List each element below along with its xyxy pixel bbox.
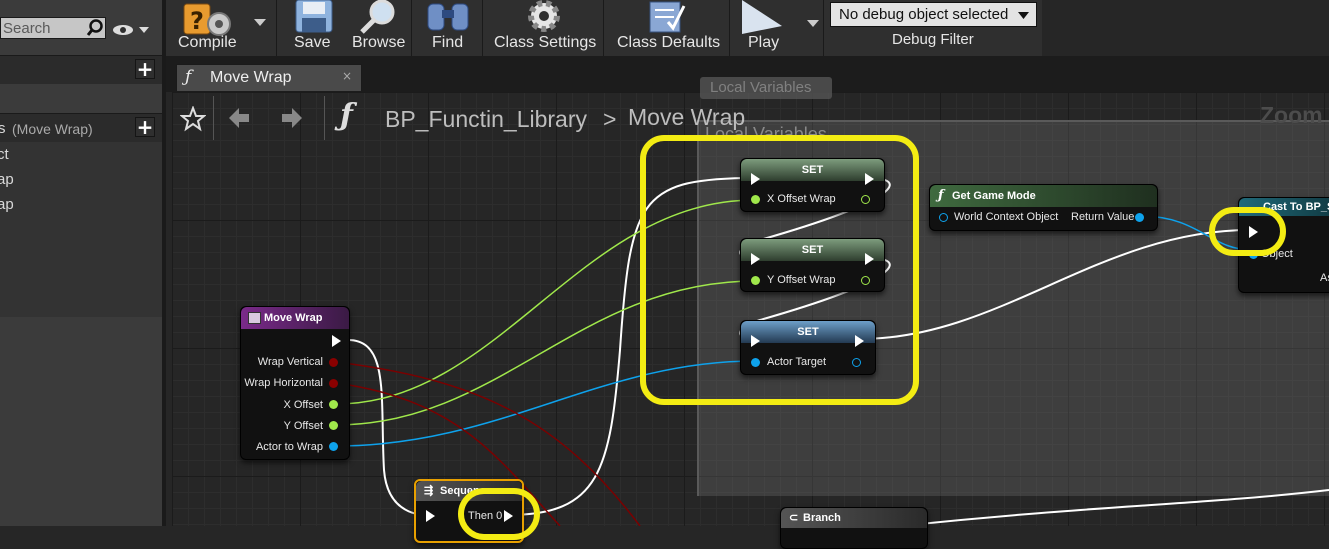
object-out-pin[interactable] <box>1135 213 1144 222</box>
pin-label: Y Offset <box>283 420 323 432</box>
pin-label: Actor to Wrap <box>255 441 323 453</box>
function-icon: ƒ <box>938 188 944 203</box>
exec-out-pin[interactable] <box>332 335 341 347</box>
sequence-icon: ⇶ <box>424 485 434 497</box>
branch-icon: ⊂ <box>789 512 799 524</box>
node-header: ƒ Get Game Mode <box>930 185 1157 207</box>
exec-in-pin[interactable] <box>426 510 435 522</box>
pin-label: Wrap Horizontal <box>244 377 323 389</box>
function-entry-node[interactable]: Move Wrap Wrap Vertical Wrap Horizontal … <box>240 306 350 460</box>
highlight-set-nodes <box>640 135 919 405</box>
pin-label: World Context Object <box>954 211 1059 223</box>
function-entry-icon <box>248 312 261 324</box>
node-title: Move Wrap <box>264 312 323 324</box>
bool-pin[interactable] <box>329 379 338 388</box>
get-game-mode-node[interactable]: ƒ Get Game Mode World Context Object Ret… <box>929 184 1158 231</box>
pin-label: Return Value <box>1071 211 1135 223</box>
float-pin[interactable] <box>329 400 338 409</box>
node-header: ⊂ Branch <box>781 508 927 528</box>
branch-node[interactable]: ⊂ Branch <box>780 507 928 549</box>
pin-label: As <box>1320 272 1329 284</box>
exec-wire <box>899 489 1329 526</box>
float-pin[interactable] <box>329 421 338 430</box>
highlight-cast-exec <box>1209 207 1286 256</box>
object-pin[interactable] <box>939 213 948 222</box>
bool-pin[interactable] <box>329 358 338 367</box>
node-header: Move Wrap <box>241 307 349 329</box>
highlight-sequence-then <box>458 488 540 540</box>
object-pin[interactable] <box>329 442 338 451</box>
node-title: Branch <box>803 512 841 524</box>
node-title: Get Game Mode <box>952 190 1036 202</box>
pin-label: X Offset <box>283 399 323 411</box>
pin-label: Wrap Vertical <box>257 356 323 368</box>
